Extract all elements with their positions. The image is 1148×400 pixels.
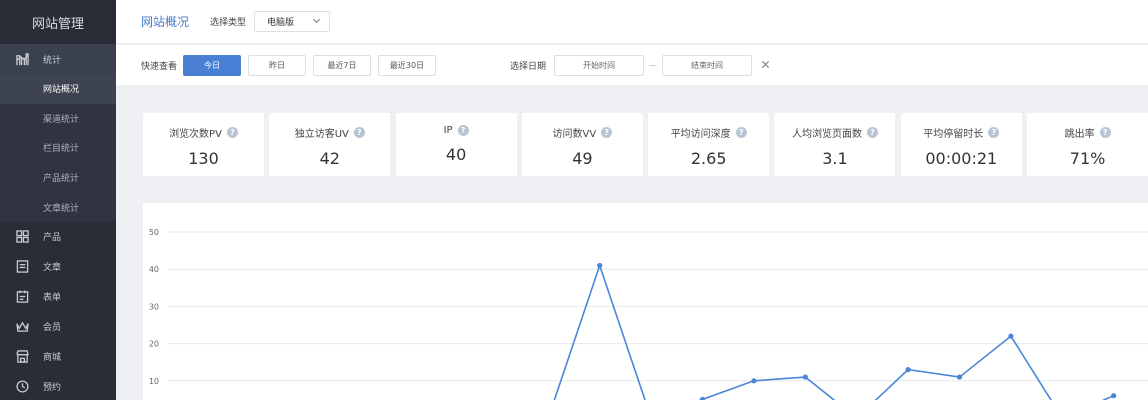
quick-view-label: 快速查看	[141, 61, 178, 72]
data-point[interactable]	[751, 378, 757, 384]
chevron-down-icon	[312, 16, 321, 28]
type-select[interactable]: 电脑版	[254, 11, 331, 32]
clock-icon	[15, 380, 29, 394]
stat-card-pv: 浏览次数PV? 130	[143, 113, 264, 176]
stat-label: 访问数VV	[552, 129, 597, 140]
store-icon	[15, 350, 29, 364]
data-point[interactable]	[802, 374, 808, 380]
sidebar-subitem-channel[interactable]: 渠道统计	[0, 104, 116, 134]
sidebar-item-label: 产品	[43, 233, 62, 244]
stat-value: 2.65	[690, 149, 727, 168]
stat-label: 浏览次数PV	[169, 129, 222, 140]
stat-cards: 浏览次数PV? 130 独立访客UV? 42 IP? 40 访问数VV? 49 …	[143, 113, 1148, 176]
sidebar-item-label: 表单	[43, 293, 62, 304]
sidebar-subitem-product[interactable]: 产品统计	[0, 163, 116, 193]
stat-label: 平均访问深度	[670, 129, 731, 140]
page-title: 网站概况	[141, 15, 190, 29]
trend-chart: 10 20 30 40 50	[149, 228, 1148, 400]
quick-30days-button[interactable]: 最近30日	[378, 54, 437, 76]
stat-value: 130	[188, 149, 219, 168]
sidebar-item-label: 商城	[43, 353, 62, 364]
data-point[interactable]	[905, 367, 911, 373]
type-label: 选择类型	[210, 18, 247, 28]
help-icon[interactable]: ?	[1099, 127, 1111, 138]
sidebar-item-mall[interactable]: 商城	[0, 342, 116, 372]
y-tick-label: 40	[149, 265, 159, 274]
sidebar-item-label: 会员	[43, 323, 62, 334]
help-icon[interactable]: ?	[866, 127, 878, 138]
stat-value: 40	[445, 145, 467, 164]
stat-label: 人均浏览页面数	[791, 129, 862, 140]
start-date-input[interactable]: 开始时间	[554, 54, 645, 76]
stat-card-avg-duration: 平均停留时长? 00:00:21	[900, 113, 1022, 176]
document-icon	[15, 260, 29, 274]
sidebar-item-label: 统计	[43, 55, 62, 66]
stat-value: 42	[319, 149, 340, 168]
help-icon[interactable]: ?	[457, 125, 469, 136]
sidebar-item-article[interactable]: 文章	[0, 252, 116, 282]
sidebar-item-label: 文章	[43, 263, 62, 274]
sidebar-subitem-overview[interactable]: 网站概况	[0, 74, 116, 104]
sidebar-item-product[interactable]: 产品	[0, 222, 116, 252]
stat-label: IP	[443, 125, 453, 136]
quick-yesterday-button[interactable]: 昨日	[248, 54, 307, 76]
date-range-label: 选择日期	[510, 61, 547, 72]
stats-submenu: 网站概况 渠道统计 栏目统计 产品统计 文章统计	[0, 74, 116, 222]
y-tick-label: 20	[149, 340, 159, 349]
sidebar-item-label: 预约	[43, 383, 62, 394]
quick-7days-button[interactable]: 最近7日	[313, 54, 372, 76]
sidebar-item-form[interactable]: 表单	[0, 282, 116, 312]
stat-value: 3.1	[822, 149, 848, 168]
stat-card-uv: 独立访客UV? 42	[269, 113, 391, 176]
stat-value: 00:00:21	[925, 149, 998, 168]
stat-label: 平均停留时长	[923, 129, 984, 140]
y-tick-label: 30	[149, 302, 159, 311]
quick-today-button[interactable]: 今日	[183, 54, 242, 76]
help-icon[interactable]: ?	[601, 127, 613, 138]
filter-bar: 快速查看 今日 昨日 最近7日 最近30日 选择日期 开始时间 — 结束时间	[116, 45, 1148, 85]
sidebar: 网站管理 统计 网站概况 渠道统计 栏目统计 产品统计 文章统计 产品 文章 表…	[0, 0, 116, 400]
help-icon[interactable]: ?	[353, 127, 365, 138]
help-icon[interactable]: ?	[988, 127, 1000, 138]
stat-card-vv: 访问数VV? 49	[521, 113, 643, 176]
type-select-value: 电脑版	[267, 18, 295, 28]
sidebar-brand: 网站管理	[31, 16, 84, 32]
sidebar-item-booking[interactable]: 预约	[0, 372, 116, 400]
sidebar-item-member[interactable]: 会员	[0, 312, 116, 342]
sidebar-subitem-column[interactable]: 栏目统计	[0, 133, 116, 163]
sidebar-subitem-article[interactable]: 文章统计	[0, 192, 116, 222]
stat-value: 71%	[1069, 149, 1106, 168]
top-bar: 网站概况 选择类型 电脑版	[116, 0, 1148, 44]
data-point[interactable]	[1008, 333, 1014, 339]
chart-icon	[15, 52, 29, 66]
date-separator: —	[649, 60, 658, 70]
y-tick-label: 50	[149, 228, 159, 237]
data-point[interactable]	[956, 374, 963, 380]
stat-card-bounce-rate: 跳出率? 71%	[1027, 113, 1148, 176]
data-point[interactable]	[597, 262, 603, 269]
stat-label: 独立访客UV	[294, 129, 349, 140]
sidebar-item-stats[interactable]: 统计	[0, 44, 116, 74]
clipboard-icon	[15, 290, 29, 304]
grid-icon	[15, 230, 29, 244]
stat-label: 跳出率	[1064, 129, 1095, 140]
help-icon[interactable]: ?	[735, 127, 747, 138]
close-icon[interactable]	[761, 60, 771, 70]
crown-icon	[15, 320, 29, 334]
stat-card-ip: IP? 40	[395, 113, 517, 176]
end-date-input[interactable]: 结束时间	[662, 54, 753, 76]
stat-card-pages-per-user: 人均浏览页面数? 3.1	[774, 113, 896, 176]
y-tick-label: 10	[149, 377, 159, 386]
stat-card-avg-depth: 平均访问深度? 2.65	[648, 113, 770, 176]
series-line	[553, 262, 1115, 400]
help-icon[interactable]: ?	[226, 127, 238, 138]
trend-chart-panel: 10 20 30 40 50	[143, 203, 1148, 400]
stat-value: 49	[572, 149, 593, 168]
data-point[interactable]	[1111, 393, 1117, 399]
